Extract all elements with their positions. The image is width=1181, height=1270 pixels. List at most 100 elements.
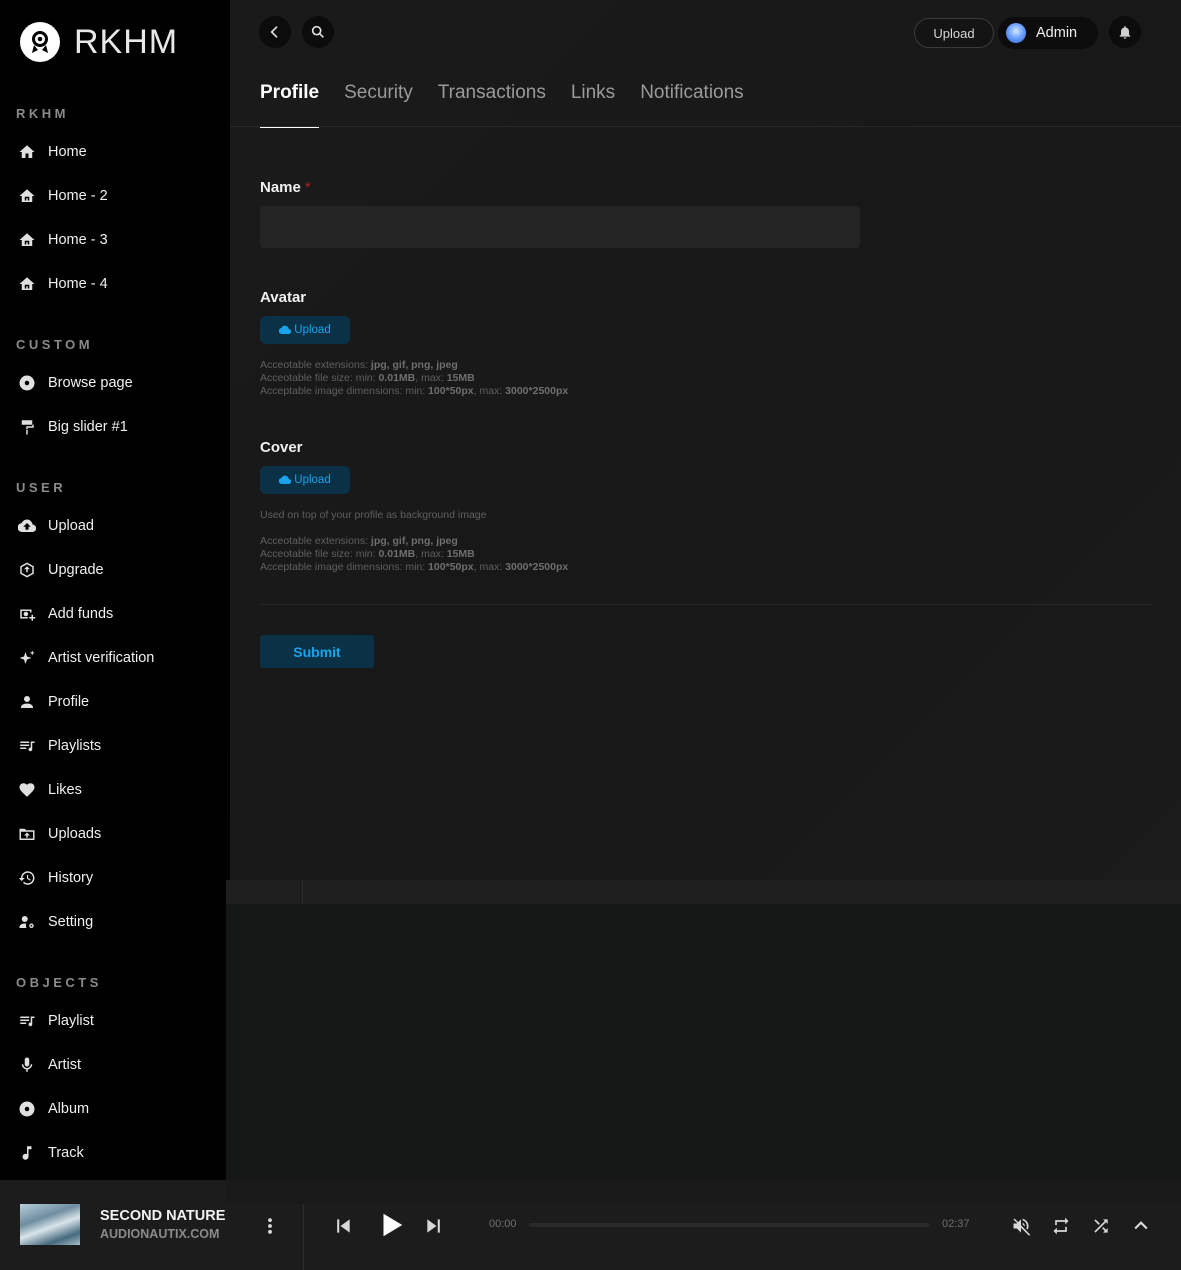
home-variant-icon	[16, 229, 38, 251]
divider	[303, 1204, 304, 1270]
sidebar-item-label: Home - 4	[48, 276, 108, 292]
sidebar-item-setting[interactable]: Setting	[16, 908, 216, 936]
tab-security[interactable]: Security	[344, 82, 413, 128]
skip-previous-icon	[337, 1219, 350, 1233]
track-more-button[interactable]	[260, 1214, 280, 1238]
avatar	[1006, 23, 1026, 43]
sidebar-item-playlists[interactable]: Playlists	[16, 732, 216, 760]
hint-file-size: Acceotable file size: min: 0.01MB, max: …	[260, 548, 475, 560]
name-field-label: Name *	[260, 179, 311, 196]
sidebar-item-home-2[interactable]: Home - 2	[16, 182, 216, 210]
bell-icon	[1119, 26, 1131, 39]
hint-file-size: Acceotable file size: min: 0.01MB, max: …	[260, 372, 475, 384]
sidebar-item-uploads[interactable]: Uploads	[16, 820, 216, 848]
history-icon	[16, 867, 38, 889]
sidebar-item-label: Home	[48, 144, 87, 160]
previous-button[interactable]	[332, 1215, 354, 1237]
sidebar-item-label: Upload	[48, 518, 94, 534]
logo[interactable]: RKHM	[20, 22, 178, 62]
user-menu-button[interactable]: Admin	[998, 17, 1098, 49]
sidebar-item-label: Likes	[48, 782, 82, 798]
back-button[interactable]	[259, 16, 291, 48]
sidebar-item-label: Home - 2	[48, 188, 108, 204]
skip-next-icon	[427, 1219, 440, 1233]
progress-bar[interactable]	[529, 1223, 930, 1227]
track-cover-image[interactable]	[20, 1204, 80, 1245]
sidebar: RKHM RKHM Home Home - 2 Home - 3 Home - …	[0, 0, 230, 1180]
sidebar-item-label: Setting	[48, 914, 94, 930]
sidebar-item-label: Big slider #1	[48, 419, 128, 435]
notifications-button[interactable]	[1109, 16, 1141, 48]
sidebar-item-album[interactable]: Album	[16, 1095, 216, 1123]
shuffle-button[interactable]	[1090, 1215, 1112, 1237]
repeat-button[interactable]	[1050, 1215, 1072, 1237]
upload-button[interactable]: Upload	[914, 18, 994, 48]
sidebar-item-home[interactable]: Home	[16, 138, 216, 166]
sidebar-item-artist[interactable]: Artist	[16, 1051, 216, 1079]
search-button[interactable]	[302, 16, 334, 48]
sidebar-item-likes[interactable]: Likes	[16, 776, 216, 804]
form-divider	[260, 604, 1152, 605]
sidebar-item-upload[interactable]: Upload	[16, 512, 216, 540]
sidebar-item-upgrade[interactable]: Upgrade	[16, 556, 216, 584]
playlist-icon	[16, 1010, 38, 1032]
section-title-custom: CUSTOM	[16, 337, 94, 352]
chevron-left-icon	[270, 26, 278, 38]
tabs-divider	[230, 126, 1181, 127]
music-note-icon	[16, 1142, 38, 1164]
cover-requirements: Acceotable extensions: jpg, gif, png, jp…	[260, 535, 568, 574]
cloud-icon	[279, 475, 292, 485]
sidebar-item-home-4[interactable]: Home - 4	[16, 270, 216, 298]
upload-label: Upload	[294, 324, 331, 336]
sidebar-item-artist-verification[interactable]: Artist verification	[16, 644, 216, 672]
tab-transactions[interactable]: Transactions	[438, 82, 546, 128]
home-variant-icon	[16, 185, 38, 207]
tab-notifications[interactable]: Notifications	[640, 82, 744, 128]
sidebar-item-playlist[interactable]: Playlist	[16, 1007, 216, 1035]
disc-icon	[16, 1098, 38, 1120]
sidebar-item-label: Home - 3	[48, 232, 108, 248]
track-artist[interactable]: AUDIONAUTIX.COM	[100, 1227, 219, 1241]
sidebar-item-home-3[interactable]: Home - 3	[16, 226, 216, 254]
hint-dimensions: Acceptable image dimensions: min: 100*50…	[260, 561, 569, 573]
audio-player: SECOND NATURE AUDIONAUTIX.COM 00:00 02:3…	[0, 1180, 1181, 1270]
name-field[interactable]	[260, 206, 860, 248]
submit-button[interactable]: Submit	[260, 635, 374, 668]
cloud-upload-icon	[16, 515, 38, 537]
avatar-upload-button[interactable]: Upload	[260, 316, 350, 344]
play-button[interactable]	[374, 1208, 408, 1242]
tab-profile[interactable]: Profile	[260, 82, 320, 128]
sidebar-item-browse-page[interactable]: Browse page	[16, 369, 216, 397]
tab-links[interactable]: Links	[571, 82, 615, 128]
hint-extensions: Acceotable extensions: jpg, gif, png, jp…	[260, 359, 458, 371]
hint-extensions: Acceotable extensions: jpg, gif, png, jp…	[260, 535, 458, 547]
sidebar-item-label: History	[48, 870, 94, 886]
cloud-icon	[279, 325, 292, 335]
sidebar-item-add-funds[interactable]: Add funds	[16, 600, 216, 628]
logo-icon	[20, 22, 60, 62]
cover-field-label: Cover	[260, 439, 303, 456]
paint-roller-icon	[16, 416, 38, 438]
avatar-requirements: Acceotable extensions: jpg, gif, png, jp…	[260, 359, 568, 398]
section-title-rkhm: RKHM	[16, 106, 69, 121]
user-settings-icon	[16, 911, 38, 933]
sidebar-item-profile[interactable]: Profile	[16, 688, 216, 716]
profile-tabs: Profile Security Transactions Links Noti…	[260, 82, 769, 128]
lower-area	[226, 904, 1181, 1204]
track-title[interactable]: SECOND NATURE	[100, 1208, 225, 1224]
mute-button[interactable]	[1010, 1215, 1032, 1237]
sidebar-item-track[interactable]: Track	[16, 1139, 216, 1167]
section-title-objects: OBJECTS	[16, 975, 102, 990]
sidebar-item-label: Uploads	[48, 826, 102, 842]
disc-icon	[16, 372, 38, 394]
more-vertical-icon	[268, 1218, 272, 1234]
expand-player-button[interactable]	[1130, 1215, 1152, 1237]
sidebar-item-big-slider[interactable]: Big slider #1	[16, 413, 216, 441]
current-time: 00:00	[489, 1218, 517, 1230]
shuffle-icon	[1094, 1219, 1108, 1233]
sidebar-item-history[interactable]: History	[16, 864, 216, 892]
next-button[interactable]	[423, 1215, 445, 1237]
upload-label: Upload	[294, 474, 331, 486]
cover-upload-button[interactable]: Upload	[260, 466, 350, 494]
sidebar-item-label: Add funds	[48, 606, 114, 622]
